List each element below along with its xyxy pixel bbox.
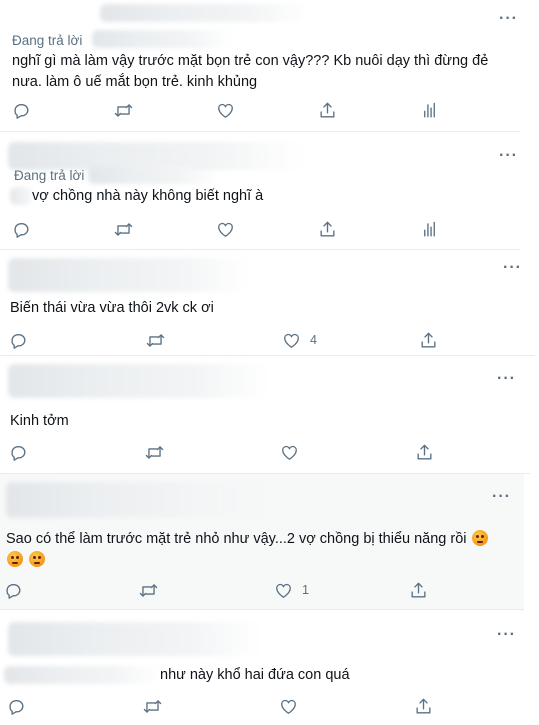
like-button[interactable] [216, 100, 244, 120]
more-options-icon[interactable]: ··· [499, 148, 518, 164]
share-button[interactable] [318, 219, 337, 239]
heart-icon [282, 331, 301, 350]
retweet-icon [143, 697, 162, 716]
analytics-icon [420, 220, 439, 239]
angry-face-emoji [471, 530, 488, 546]
blurred-username [6, 482, 266, 518]
like-button[interactable] [216, 219, 244, 239]
reply-icon [9, 331, 28, 350]
share-icon [415, 443, 434, 462]
heart-icon [280, 443, 299, 462]
reply-text: như này khổ hai đứa con quá [160, 667, 350, 683]
analytics-icon [420, 101, 439, 120]
like-button[interactable]: 4 [282, 330, 317, 350]
retweet-button[interactable] [114, 100, 133, 120]
reply-text: nghĩ gì mà làm vậy trước mặt bọn trẻ con… [12, 53, 489, 90]
retweet-button[interactable] [139, 580, 158, 600]
reply-tweet-6[interactable]: ··· như này khổ hai đứa con quá [0, 610, 528, 725]
retweet-button[interactable] [145, 442, 164, 462]
share-button[interactable] [414, 696, 433, 716]
retweet-button[interactable] [146, 330, 165, 350]
share-button[interactable] [318, 100, 337, 120]
reply-text-content: Sao có thể làm trước mặt trẻ nhỏ như vậy… [6, 531, 467, 547]
blurred-username [100, 4, 310, 22]
heart-icon [274, 581, 293, 600]
reply-tweet-4[interactable]: ··· Kinh tởm [0, 356, 530, 474]
share-button[interactable] [419, 330, 438, 350]
retweet-icon [139, 581, 158, 600]
analytics-button[interactable] [420, 219, 439, 239]
reply-tweet-3[interactable]: ··· Biến thái vừa vừa thôi 2vk ck ơi 4 [0, 250, 535, 356]
blurred-username [8, 258, 248, 292]
reply-button[interactable] [7, 696, 26, 716]
reply-icon [7, 697, 26, 716]
blurred-username [8, 622, 263, 656]
share-icon [318, 101, 337, 120]
more-options-icon[interactable]: ··· [492, 489, 511, 505]
replying-to-label: Đang trả lời [12, 33, 83, 48]
reply-button[interactable] [4, 580, 23, 600]
share-icon [409, 581, 428, 600]
replying-to-label: Đang trả lời [14, 168, 85, 183]
blurred-reply-handle [92, 30, 232, 48]
more-options-icon[interactable]: ··· [497, 371, 516, 387]
reply-tweet-1[interactable]: ··· Đang trả lời nghĩ gì mà làm vậy trướ… [0, 0, 520, 132]
share-button[interactable] [415, 442, 434, 462]
reply-icon [12, 220, 31, 239]
reply-tweet-5[interactable]: ··· Sao có thể làm trước mặt trẻ nhỏ như… [0, 474, 524, 610]
blurred-reply-handle [88, 166, 218, 184]
reply-text: vợ chồng nhà này không biết nghĩ à [32, 188, 264, 204]
angry-face-emoji [7, 551, 23, 567]
heart-icon [216, 101, 235, 120]
heart-icon [216, 220, 235, 239]
like-count: 1 [302, 583, 309, 597]
retweet-icon [146, 331, 165, 350]
reply-button[interactable] [12, 219, 31, 239]
retweet-icon [114, 101, 133, 120]
angry-face-emoji [29, 551, 46, 567]
share-button[interactable] [409, 580, 428, 600]
share-icon [419, 331, 438, 350]
blurred-mention [10, 187, 34, 205]
reply-icon [4, 581, 23, 600]
heart-icon [279, 697, 298, 716]
blurred-mention [4, 666, 159, 684]
like-button[interactable] [279, 696, 307, 716]
reply-icon [9, 443, 28, 462]
reply-text: Biến thái vừa vừa thôi 2vk ck ơi [10, 300, 214, 316]
retweet-icon [114, 220, 133, 239]
more-options-icon[interactable]: ··· [499, 11, 518, 27]
like-button[interactable] [280, 442, 308, 462]
reply-button[interactable] [9, 330, 28, 350]
share-icon [414, 697, 433, 716]
retweet-icon [145, 443, 164, 462]
like-count: 4 [310, 333, 317, 347]
share-icon [318, 220, 337, 239]
reply-tweet-2[interactable]: ··· Đang trả lời vợ chồng nhà này không … [0, 132, 520, 250]
retweet-button[interactable] [114, 219, 133, 239]
more-options-icon[interactable]: ··· [497, 627, 516, 643]
blurred-username [8, 364, 270, 398]
reply-text: Sao có thể làm trước mặt trẻ nhỏ như vậy… [6, 529, 518, 571]
retweet-button[interactable] [143, 696, 162, 716]
like-button[interactable]: 1 [274, 580, 309, 600]
reply-button[interactable] [9, 442, 28, 462]
analytics-button[interactable] [420, 100, 439, 120]
reply-icon [12, 101, 31, 120]
reply-text: Kinh tởm [10, 413, 69, 429]
more-options-icon[interactable]: ··· [503, 260, 522, 276]
reply-button[interactable] [12, 100, 31, 120]
